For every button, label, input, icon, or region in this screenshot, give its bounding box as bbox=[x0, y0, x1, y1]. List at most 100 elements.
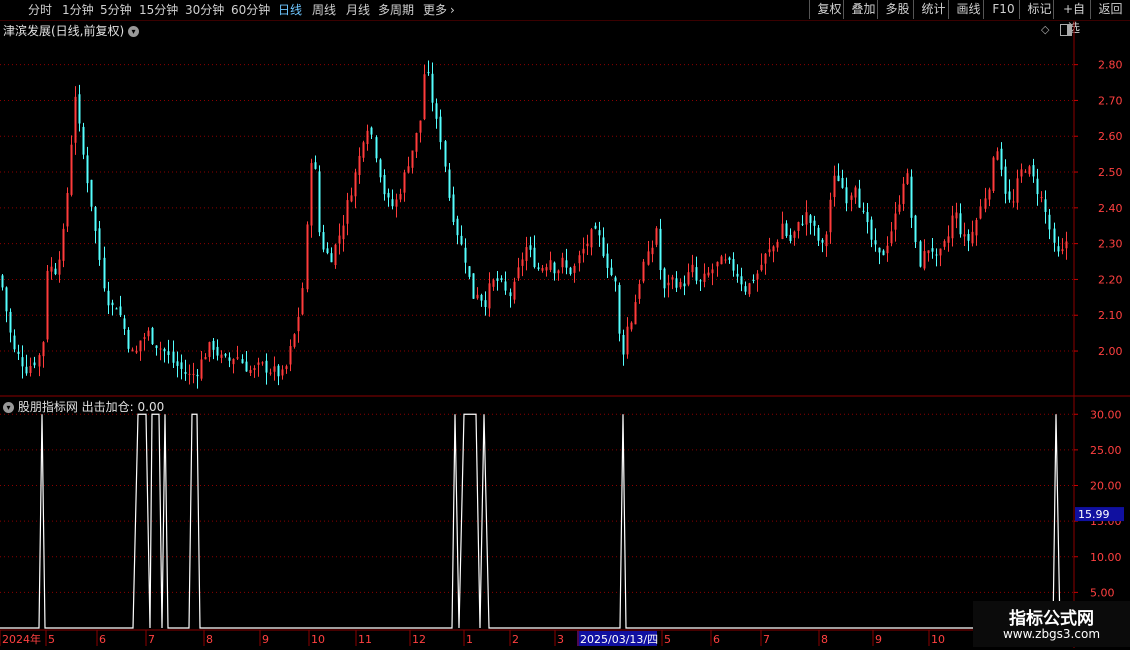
candle-body bbox=[663, 268, 666, 289]
candle-body bbox=[1036, 178, 1039, 195]
candle-body bbox=[716, 261, 719, 267]
candle-body bbox=[1061, 249, 1064, 252]
candle-body bbox=[1000, 148, 1003, 170]
candle-body bbox=[435, 103, 438, 119]
candle-body bbox=[94, 207, 97, 231]
candle-body bbox=[573, 265, 576, 273]
candle-body bbox=[1024, 171, 1027, 173]
date-label: 10 bbox=[931, 633, 945, 646]
candle-body bbox=[951, 215, 954, 239]
chevron-down-icon[interactable]: ▾ bbox=[3, 402, 14, 413]
price-tick-label: 2.60 bbox=[1098, 130, 1123, 143]
candle-body bbox=[119, 306, 122, 316]
current-value-label: 15.99 bbox=[1078, 508, 1110, 521]
candle-body bbox=[216, 346, 219, 356]
candle-body bbox=[618, 284, 621, 334]
date-axis: 2024年 5 6 7 8 9 10 11 12 1 2 3 2025/03/13/四 5 6 7 8 9 10 bbox=[0, 630, 945, 646]
candle-body bbox=[306, 224, 309, 290]
candle-body bbox=[829, 199, 832, 233]
candle-body bbox=[809, 215, 812, 223]
candle-body bbox=[139, 340, 142, 352]
candle-body bbox=[594, 225, 597, 229]
candle-body bbox=[1032, 165, 1035, 177]
candle-body bbox=[996, 151, 999, 160]
grid-lines bbox=[0, 64, 1074, 593]
candle-body bbox=[285, 366, 288, 370]
candle-body bbox=[167, 351, 170, 355]
candle-body bbox=[236, 357, 239, 359]
date-label: 9 bbox=[875, 633, 882, 646]
candle-body bbox=[720, 256, 723, 265]
price-tick-label: 2.50 bbox=[1098, 166, 1123, 179]
candle-body bbox=[805, 212, 808, 225]
candle-body bbox=[289, 346, 292, 365]
indicator-title: 股朋指标网 出击加仓: 0.00 bbox=[17, 400, 165, 414]
candle-body bbox=[123, 318, 126, 329]
candle-body bbox=[675, 278, 678, 288]
candle-body bbox=[752, 279, 755, 281]
candle-body bbox=[488, 283, 491, 309]
candle-body bbox=[854, 187, 857, 198]
candle-body bbox=[127, 329, 130, 349]
candle-body bbox=[935, 254, 938, 256]
diamond-icon[interactable]: ◇ bbox=[1041, 23, 1049, 36]
candle-body bbox=[634, 302, 637, 325]
candle-body bbox=[590, 229, 593, 248]
candle-body bbox=[54, 268, 57, 275]
candle-body bbox=[525, 247, 528, 261]
candle-body bbox=[679, 282, 682, 288]
candle-body bbox=[687, 272, 690, 285]
candlestick-series bbox=[1, 60, 1068, 389]
candle-body bbox=[813, 220, 816, 226]
candle-body bbox=[444, 141, 447, 167]
candle-body bbox=[545, 267, 548, 271]
candle-body bbox=[610, 267, 613, 276]
candle-body bbox=[111, 302, 114, 306]
candle-body bbox=[423, 74, 426, 120]
candle-body bbox=[740, 276, 743, 285]
candle-body bbox=[789, 234, 792, 241]
candle-body bbox=[630, 322, 633, 330]
candle-body bbox=[74, 96, 77, 143]
candle-body bbox=[517, 267, 520, 279]
candle-body bbox=[293, 334, 296, 347]
indicator-tick-label: 5.00 bbox=[1090, 586, 1115, 599]
candle-body bbox=[711, 269, 714, 274]
candle-body bbox=[220, 354, 223, 358]
candle-body bbox=[452, 194, 455, 222]
candle-body bbox=[9, 311, 12, 333]
candle-body bbox=[184, 371, 187, 374]
price-tick-label: 2.10 bbox=[1098, 309, 1123, 322]
candle-body bbox=[350, 195, 353, 202]
candle-body bbox=[1012, 201, 1015, 203]
candle-body bbox=[1044, 199, 1047, 212]
indicator-line bbox=[0, 413, 1070, 629]
candle-body bbox=[659, 228, 662, 271]
watermark-url: www.zbgs3.com bbox=[1002, 627, 1101, 641]
panel-toggle-icon[interactable] bbox=[1060, 24, 1072, 36]
candle-body bbox=[245, 361, 248, 372]
stock-chart[interactable]: 2.80 2.70 2.60 2.50 2.40 2.30 2.20 2.10 2.00 30.… bbox=[0, 0, 1130, 650]
candle-body bbox=[837, 175, 840, 182]
candle-body bbox=[850, 195, 853, 200]
candle-body bbox=[241, 359, 244, 364]
candle-body bbox=[955, 212, 958, 219]
candle-body bbox=[642, 261, 645, 282]
date-label: 3 bbox=[557, 633, 564, 646]
candle-body bbox=[825, 234, 828, 247]
candle-body bbox=[58, 259, 61, 275]
candle-body bbox=[870, 219, 873, 240]
candle-body bbox=[326, 248, 329, 254]
candle-body bbox=[622, 334, 625, 355]
chart-frame bbox=[0, 21, 1130, 648]
candle-body bbox=[253, 368, 256, 371]
candle-body bbox=[480, 294, 483, 301]
candle-body bbox=[845, 187, 848, 204]
candle-body bbox=[768, 249, 771, 253]
candle-body bbox=[176, 361, 179, 366]
candle-body bbox=[947, 236, 950, 243]
candle-body bbox=[756, 273, 759, 280]
chevron-down-icon[interactable]: ▾ bbox=[128, 26, 140, 37]
candle-body bbox=[1057, 246, 1060, 252]
date-label: 2 bbox=[512, 633, 519, 646]
